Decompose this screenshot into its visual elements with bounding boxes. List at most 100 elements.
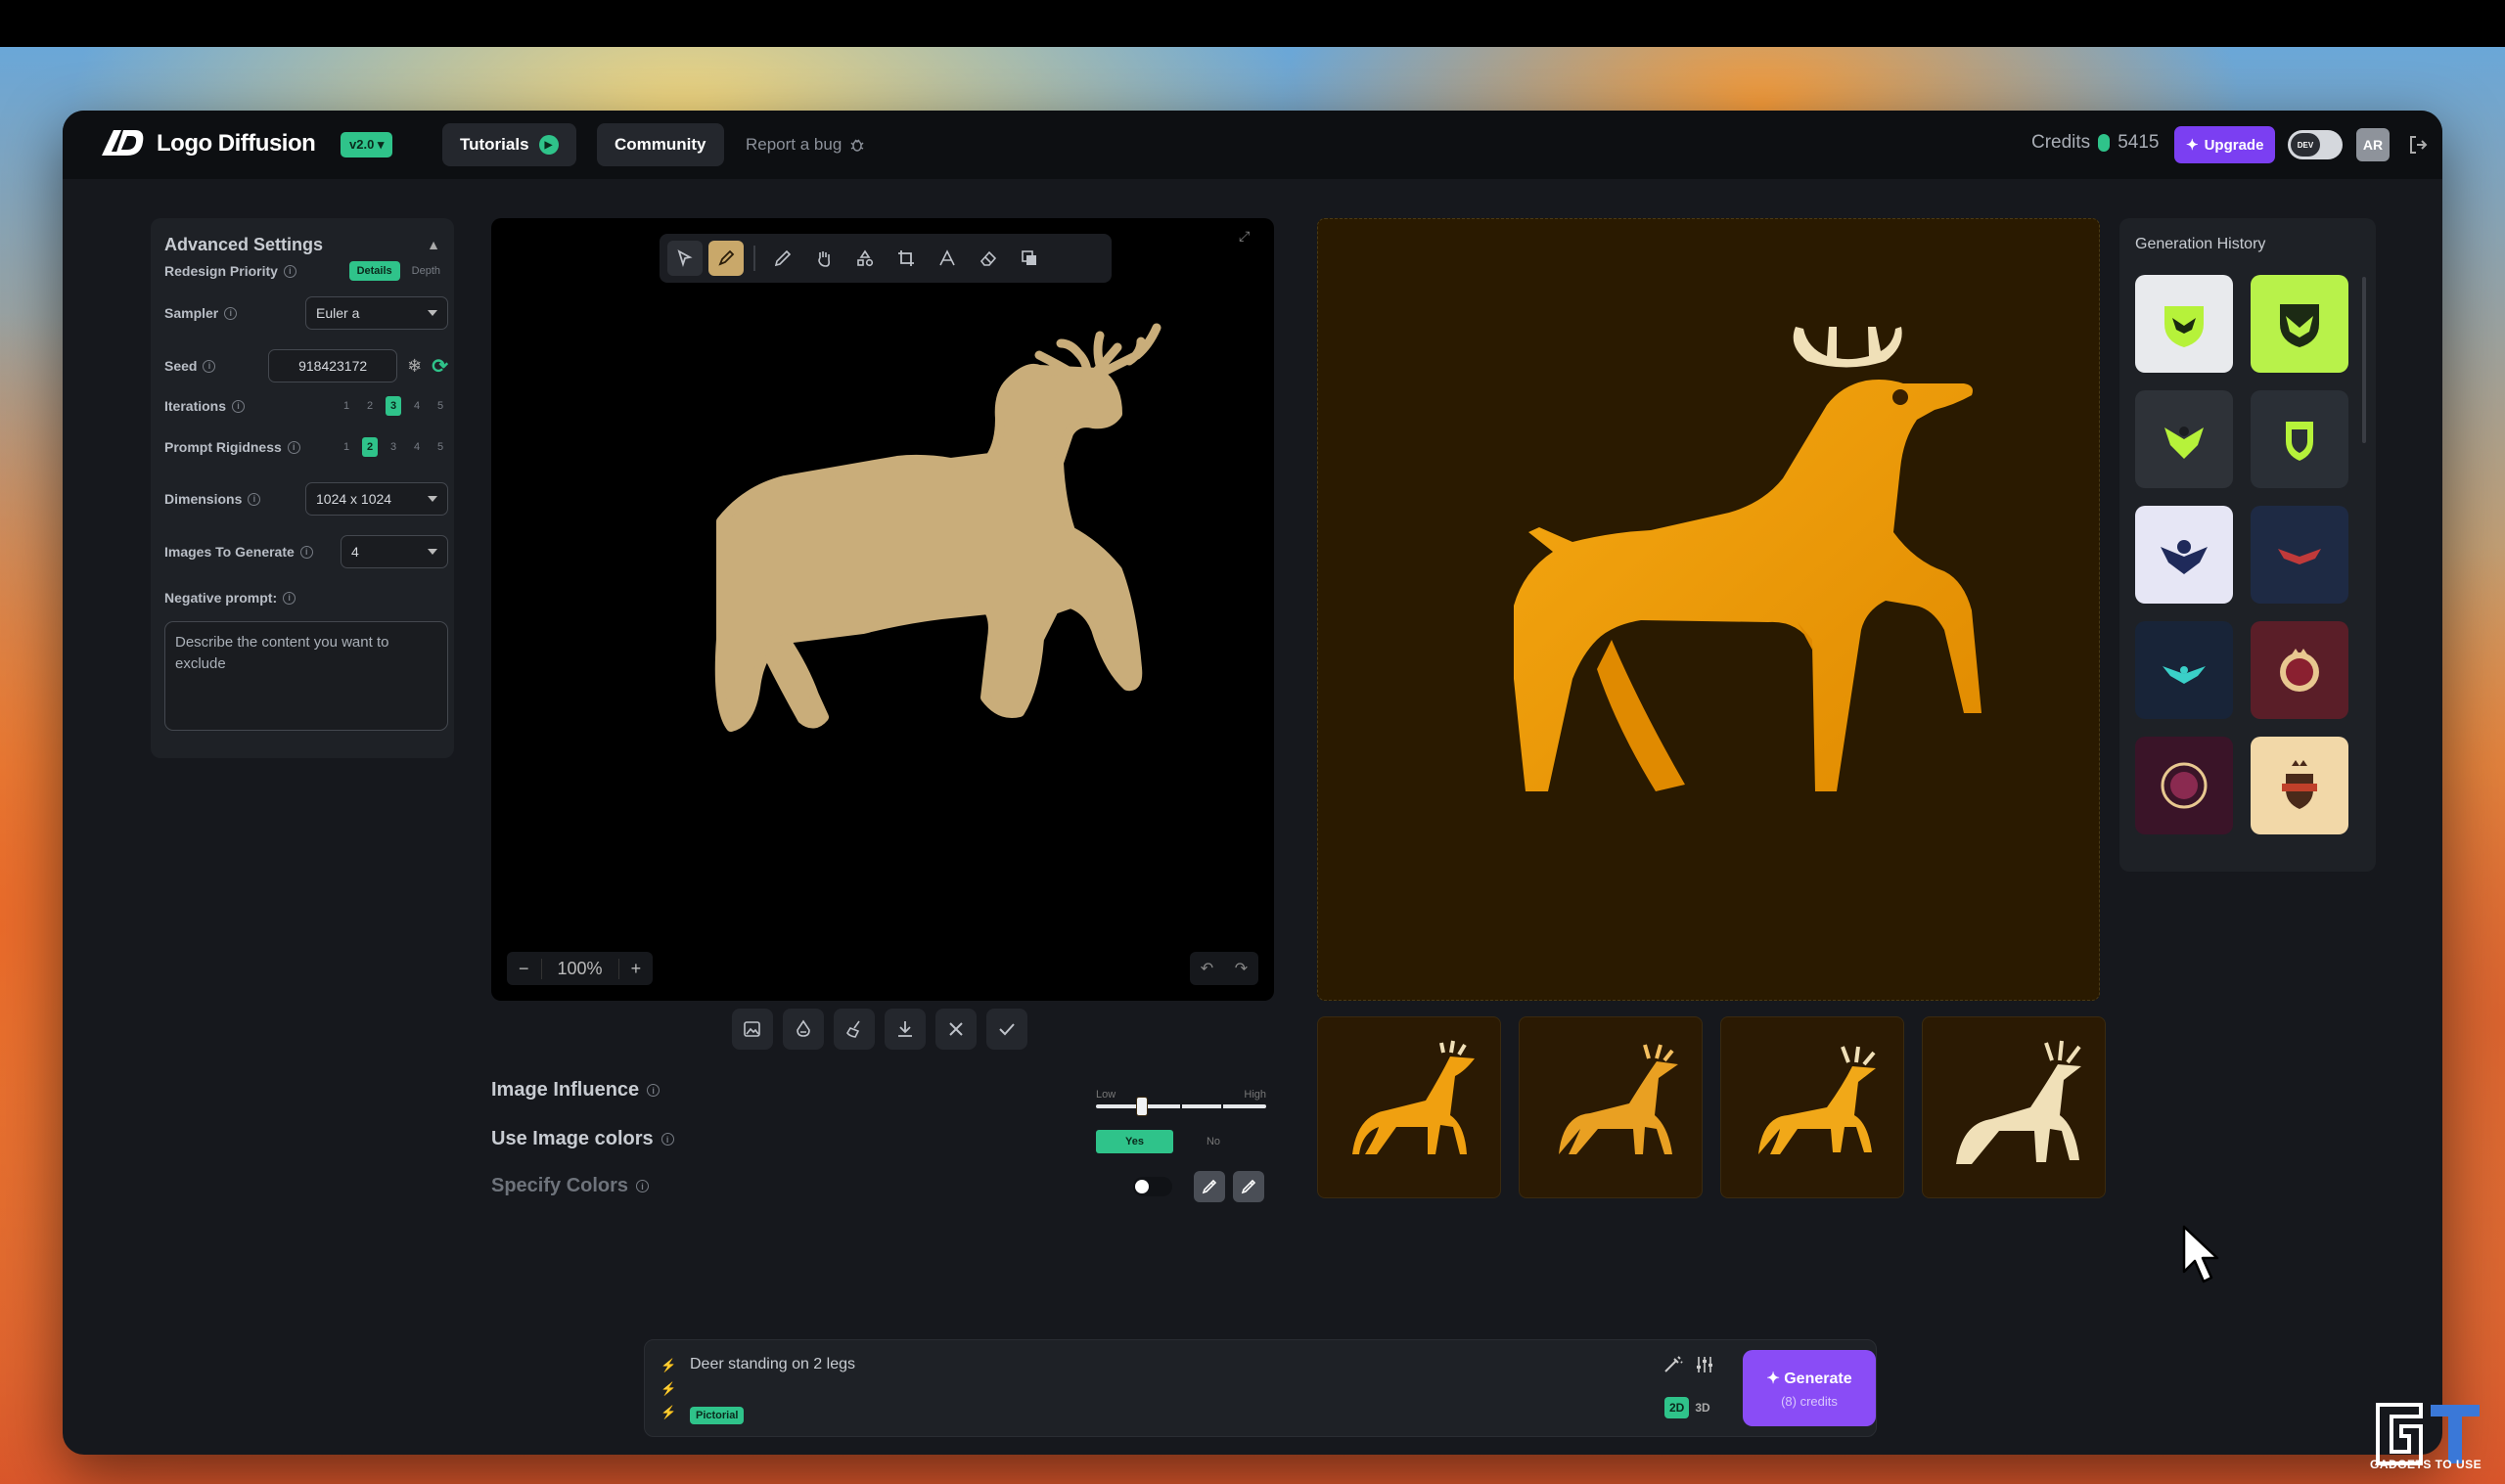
- bug-icon: [850, 139, 864, 152]
- eyedropper-icon[interactable]: [1233, 1171, 1264, 1202]
- history-item-royal-badge-purple[interactable]: [2135, 737, 2233, 834]
- rigidness-option[interactable]: 2: [362, 437, 378, 457]
- generate-button[interactable]: ✦ Generate (8) credits: [1743, 1350, 1876, 1426]
- history-item-royal-shield-cream[interactable]: [2251, 737, 2348, 834]
- dev-mode-toggle[interactable]: DEV: [2288, 130, 2343, 159]
- collapse-arrow-icon: ▲: [427, 237, 440, 252]
- option-yes[interactable]: Yes: [1096, 1130, 1173, 1153]
- history-item-eagle-shield-light[interactable]: [2135, 275, 2233, 373]
- info-icon[interactable]: i: [224, 306, 238, 320]
- iteration-option[interactable]: 1: [339, 396, 354, 416]
- info-icon[interactable]: i: [636, 1180, 650, 1192]
- advanced-settings-title: Advanced Settings: [164, 234, 324, 254]
- app-logo[interactable]: Logo Diffusion: [98, 126, 316, 161]
- prompt-rigidness-label: Prompt Rigidness: [164, 439, 282, 455]
- community-button[interactable]: Community: [597, 123, 724, 166]
- info-icon[interactable]: i: [299, 545, 313, 559]
- sampler-label: Sampler: [164, 305, 219, 321]
- result-thumbnail[interactable]: [1922, 1016, 2106, 1198]
- iteration-option[interactable]: 4: [409, 396, 425, 416]
- result-thumbnail[interactable]: [1317, 1016, 1501, 1198]
- slider-thumb[interactable]: [1135, 1097, 1148, 1116]
- upload-image-icon[interactable]: [732, 1009, 773, 1050]
- mouse-pointer-icon: [2182, 1225, 2219, 1283]
- info-icon[interactable]: i: [287, 440, 300, 454]
- history-item-eagle-shield-green[interactable]: [2251, 275, 2348, 373]
- history-scrollbar[interactable]: [2362, 277, 2366, 443]
- advanced-settings-header[interactable]: Advanced Settings ▲: [164, 230, 440, 259]
- logo-mark-icon: [102, 130, 144, 156]
- sketch-canvas[interactable]: ⤢ − 100% + ↶ ↷: [491, 218, 1274, 1001]
- iteration-option[interactable]: 2: [362, 396, 378, 416]
- zoom-out-button[interactable]: −: [507, 959, 541, 979]
- undo-icon[interactable]: ↶: [1201, 959, 1213, 978]
- info-icon[interactable]: i: [248, 492, 261, 506]
- info-icon[interactable]: i: [283, 591, 296, 605]
- images-to-generate-select[interactable]: 4: [341, 535, 448, 568]
- rigidness-option[interactable]: 4: [409, 437, 425, 457]
- rigidness-option[interactable]: 5: [433, 437, 448, 457]
- tutorials-button[interactable]: Tutorials ▶: [442, 123, 576, 166]
- option-no[interactable]: No: [1193, 1130, 1234, 1153]
- redo-icon[interactable]: ↷: [1235, 959, 1248, 978]
- sliders-icon[interactable]: [1694, 1354, 1715, 1380]
- prompt-input[interactable]: Deer standing on 2 legs: [690, 1356, 855, 1373]
- prompt-bar: ⚡ ⚡ ⚡ Deer standing on 2 legs Pictorial 2D…: [644, 1339, 1877, 1437]
- result-thumbnails: [1317, 1016, 2106, 1198]
- report-bug-label: Report a bug: [746, 135, 843, 154]
- info-icon[interactable]: i: [232, 399, 246, 413]
- mode-3d-button[interactable]: 3D: [1693, 1397, 1711, 1418]
- magic-wand-icon[interactable]: [1662, 1354, 1684, 1380]
- option-details[interactable]: Details: [348, 261, 400, 281]
- result-thumbnail[interactable]: [1519, 1016, 1703, 1198]
- history-item-wings-red[interactable]: [2251, 506, 2348, 604]
- dimension-mode: 2D 3D: [1664, 1397, 1712, 1418]
- credits-display: Credits 5415: [2031, 132, 2159, 154]
- credits-label: Credits: [2031, 132, 2091, 153]
- refresh-icon[interactable]: ⟳: [432, 354, 448, 379]
- history-item-eagle-dark[interactable]: [2135, 390, 2233, 488]
- info-icon[interactable]: i: [203, 359, 216, 373]
- deer-sketch: [714, 323, 1161, 732]
- snowflake-icon[interactable]: ❄: [407, 356, 422, 377]
- iteration-option[interactable]: 5: [433, 396, 448, 416]
- sampler-select[interactable]: Euler a: [305, 296, 448, 330]
- report-bug-link[interactable]: Report a bug: [746, 135, 865, 155]
- user-avatar[interactable]: AR: [2356, 128, 2390, 161]
- broom-icon[interactable]: [834, 1009, 875, 1050]
- seed-input[interactable]: 918423172: [268, 349, 398, 382]
- close-icon[interactable]: [935, 1009, 977, 1050]
- history-item-royal-crest-red[interactable]: [2251, 621, 2348, 719]
- history-item-eagle-navy[interactable]: [2135, 506, 2233, 604]
- zoom-in-button[interactable]: +: [619, 959, 654, 979]
- result-thumbnail[interactable]: [1720, 1016, 1904, 1198]
- history-item-eagle-teal[interactable]: [2135, 621, 2233, 719]
- info-icon[interactable]: i: [647, 1084, 660, 1097]
- dimensions-select[interactable]: 1024 x 1024: [305, 482, 448, 516]
- style-chip[interactable]: Pictorial: [690, 1407, 745, 1424]
- download-icon[interactable]: [885, 1009, 926, 1050]
- generated-preview[interactable]: [1317, 218, 2100, 1001]
- rigidness-option[interactable]: 3: [386, 437, 401, 457]
- specify-colors-switch[interactable]: [1133, 1177, 1172, 1196]
- images-to-generate-value: 4: [351, 544, 359, 560]
- check-icon[interactable]: [986, 1009, 1027, 1050]
- mode-2d-button[interactable]: 2D: [1664, 1397, 1690, 1418]
- negative-prompt-row: Negative prompt: i: [164, 590, 448, 606]
- version-badge[interactable]: v2.0 ▾: [341, 132, 393, 157]
- info-icon[interactable]: i: [660, 1133, 674, 1146]
- use-image-colors-label: Use Image colors: [491, 1128, 654, 1149]
- option-depth[interactable]: Depth: [404, 261, 448, 281]
- image-influence-slider[interactable]: Low High: [1096, 1089, 1266, 1118]
- negative-prompt-input[interactable]: Describe the content you want to exclude: [164, 621, 448, 731]
- rigidness-option[interactable]: 1: [339, 437, 354, 457]
- eyedropper-icon[interactable]: [1194, 1171, 1225, 1202]
- history-item-shield-dark[interactable]: [2251, 390, 2348, 488]
- upgrade-button[interactable]: ✦ Upgrade: [2174, 126, 2276, 163]
- dimensions-row: Dimensions i 1024 x 1024: [164, 482, 448, 516]
- top-navbar: Logo Diffusion v2.0 ▾ Tutorials ▶ Commun…: [63, 111, 2442, 179]
- iteration-option[interactable]: 3: [386, 396, 401, 416]
- fill-bucket-icon[interactable]: [783, 1009, 824, 1050]
- logout-icon[interactable]: [2407, 134, 2429, 156]
- info-icon[interactable]: i: [283, 264, 296, 278]
